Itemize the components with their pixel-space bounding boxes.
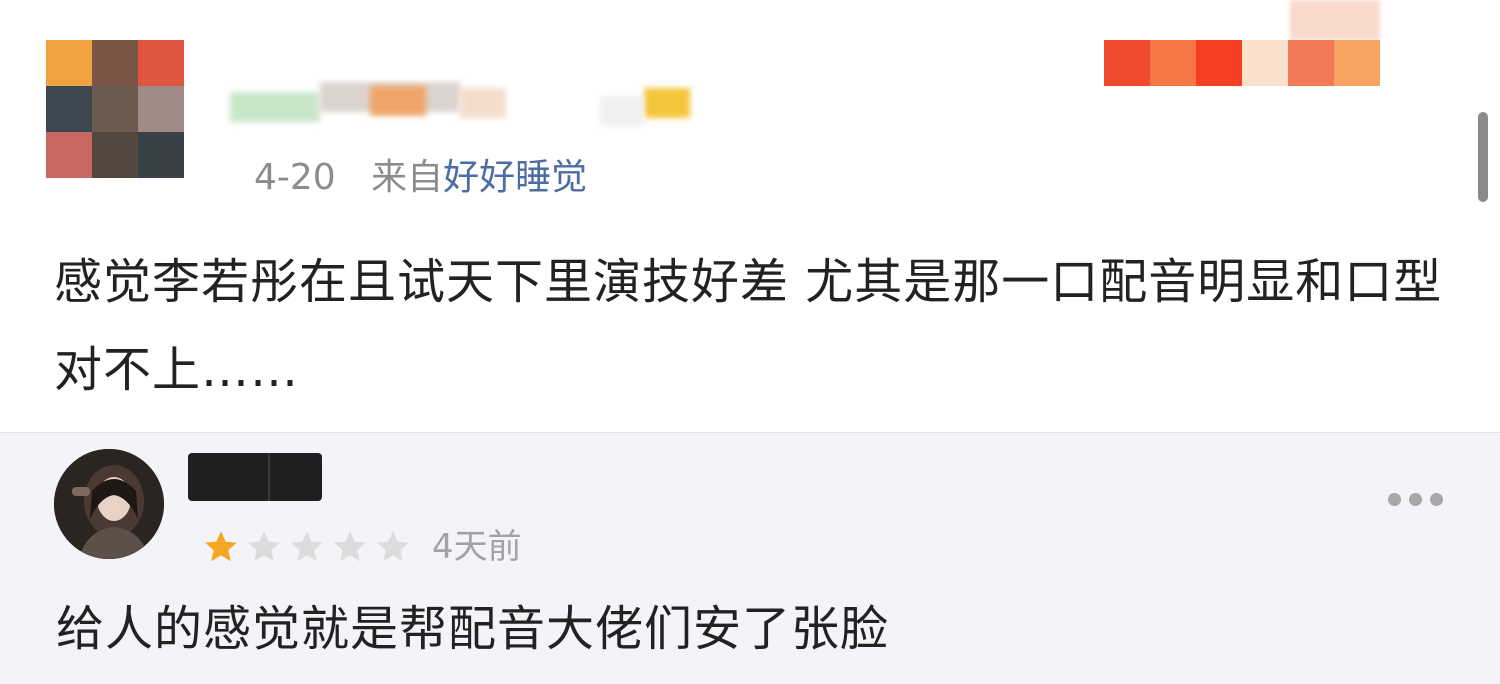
poster-name-obscured[interactable] xyxy=(230,70,710,140)
post-from-prefix: 来自 xyxy=(371,157,444,198)
star-icon-5 xyxy=(377,531,409,562)
original-post: 4-20 来自好好睡觉 感觉李若彤在且试天下里演技好差 尤其是那一口配音明显和口… xyxy=(0,0,1500,430)
rating-stars xyxy=(202,527,417,567)
post-meta: 4-20 来自好好睡觉 xyxy=(254,156,587,200)
star-icon-2 xyxy=(248,531,280,562)
more-dot xyxy=(1430,492,1443,506)
reply-body-text: 给人的感觉就是帮配音大佬们安了张脸 xyxy=(56,601,890,657)
reply-time: 4天前 xyxy=(432,527,522,567)
post-body-text: 感觉李若彤在且试天下里演技好差 尤其是那一口配音明显和口型对不上…… xyxy=(54,254,1443,398)
reply-name-redacted[interactable] xyxy=(188,453,322,501)
star-icon-1 xyxy=(205,531,237,562)
post-source-link[interactable]: 好好睡觉 xyxy=(443,157,587,198)
badge-ghost-obscured xyxy=(1290,0,1380,40)
more-dot xyxy=(1388,492,1401,506)
more-dot xyxy=(1409,492,1422,506)
scrollbar-thumb[interactable] xyxy=(1478,112,1488,202)
post-date: 4-20 xyxy=(254,157,336,198)
avatar-photo-icon xyxy=(54,449,164,559)
user-badge-pixelated xyxy=(1104,40,1380,86)
reply-item: 4天前 给人的感觉就是帮配音大佬们安了张脸 xyxy=(0,432,1500,684)
comment-thread: 4-20 来自好好睡觉 感觉李若彤在且试天下里演技好差 尤其是那一口配音明显和口… xyxy=(0,0,1500,684)
poster-avatar-pixelated[interactable] xyxy=(46,40,184,178)
reply-avatar[interactable] xyxy=(54,449,164,559)
more-horizontal-icon[interactable] xyxy=(1388,489,1448,509)
star-icon-4 xyxy=(334,531,366,562)
star-icon-3 xyxy=(291,531,323,562)
